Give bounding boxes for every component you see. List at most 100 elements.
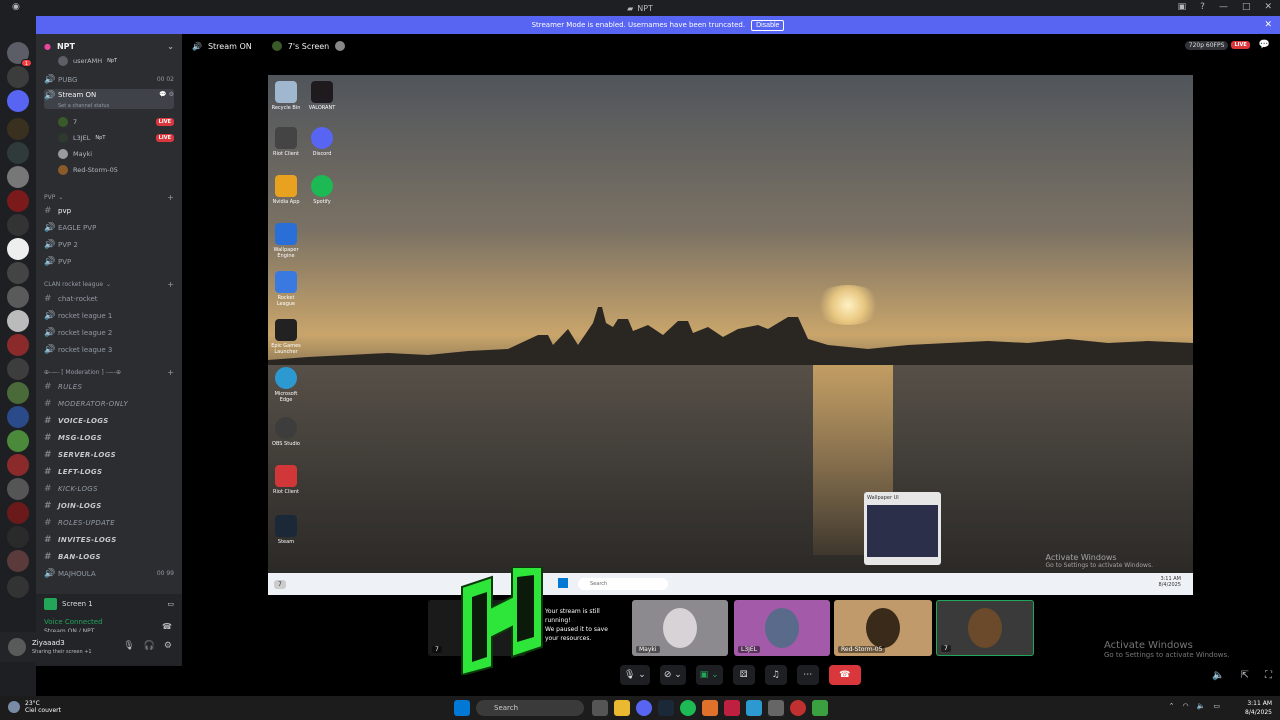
channel-item[interactable]: # VOICE-LOGS: [44, 413, 174, 428]
app-icon[interactable]: [768, 700, 784, 716]
channel-item[interactable]: 🔊 rocket league 2: [44, 325, 174, 340]
taskbar-search[interactable]: Search: [476, 700, 584, 716]
server-icon[interactable]: 1: [7, 42, 32, 67]
channel-item[interactable]: # RULES: [44, 379, 174, 394]
channel-item[interactable]: # BAN-LOGS: [44, 549, 174, 564]
app-icon[interactable]: [812, 700, 828, 716]
server-icon[interactable]: [7, 502, 29, 524]
popout-icon[interactable]: ⇱: [1241, 670, 1249, 681]
server-icon[interactable]: [7, 118, 29, 140]
soundboard-button[interactable]: ♫: [764, 665, 787, 685]
app-icon[interactable]: [724, 700, 740, 716]
activities-button[interactable]: ⚄: [732, 665, 755, 685]
server-icon[interactable]: [7, 550, 29, 572]
server-icon[interactable]: [7, 214, 29, 236]
windows-start-icon[interactable]: [454, 700, 470, 716]
screen-share-bar[interactable]: Screen 1 ▭: [36, 594, 182, 614]
voice-user[interactable]: L3JEL NpT LIVE: [58, 131, 174, 145]
server-icon[interactable]: [7, 166, 29, 188]
desktop-icon[interactable]: Discord: [304, 127, 340, 157]
server-icon[interactable]: [7, 430, 29, 452]
fullscreen-icon[interactable]: ⛶: [1265, 670, 1272, 681]
chat-icon[interactable]: 💬: [1259, 40, 1270, 50]
inbox-icon[interactable]: ▣: [1178, 2, 1187, 12]
desktop-icon[interactable]: Recycle Bin: [268, 81, 304, 111]
taskbar-clock[interactable]: 3:11 AM 8/4/2025: [1245, 699, 1272, 717]
server-icon[interactable]: [7, 310, 29, 332]
server-icon[interactable]: [7, 478, 29, 500]
file-explorer-icon[interactable]: [614, 700, 630, 716]
channel-item[interactable]: # ROLES-UPDATE: [44, 515, 174, 530]
server-icon[interactable]: [7, 358, 29, 380]
channel-actions-icon[interactable]: 💬 ⚙: [159, 91, 174, 98]
app-icon[interactable]: [702, 700, 718, 716]
server-icon[interactable]: [7, 382, 29, 404]
screen-share-button[interactable]: ▣ ⌄: [695, 665, 723, 685]
add-channel-icon[interactable]: +: [167, 280, 174, 289]
avatar[interactable]: [8, 638, 26, 656]
server-icon[interactable]: [7, 142, 29, 164]
quality-badge[interactable]: 720p 60FPS: [1184, 40, 1229, 50]
desktop-icon[interactable]: Microsoft Edge: [268, 367, 304, 403]
headphones-icon[interactable]: 🎧: [144, 641, 155, 651]
help-icon[interactable]: ?: [1200, 2, 1205, 12]
voice-user[interactable]: userAMH NpT: [58, 54, 174, 68]
weather-widget[interactable]: 23°C Ciel couvert: [8, 700, 61, 714]
channel-item[interactable]: 🔊 EAGLE PVP: [44, 220, 174, 235]
category-moderation[interactable]: ⊕-—- [ Moderation ] -—-⊕ +: [44, 366, 174, 378]
disable-streamer-mode-button[interactable]: Disable: [751, 19, 785, 31]
participant-tile[interactable]: Mayki: [632, 600, 728, 656]
server-icon[interactable]: [7, 334, 29, 356]
channel-item[interactable]: # MSG-LOGS: [44, 430, 174, 445]
close-icon[interactable]: ✕: [1264, 2, 1272, 12]
server-icon[interactable]: [7, 66, 29, 88]
windows-start-icon[interactable]: [558, 578, 568, 588]
settings-icon[interactable]: ⚙: [164, 641, 172, 651]
channel-item[interactable]: # pvp: [44, 203, 174, 218]
taskbar-preview-popup[interactable]: Wallpaper UI: [864, 492, 941, 565]
desktop-icon[interactable]: Wallpaper Engine: [268, 223, 304, 259]
voice-user[interactable]: 7 LIVE: [58, 115, 174, 129]
minimize-icon[interactable]: —: [1219, 2, 1228, 12]
close-banner-icon[interactable]: ✕: [1264, 20, 1272, 30]
task-view-icon[interactable]: [592, 700, 608, 716]
volume-icon[interactable]: 🔈: [1212, 670, 1224, 681]
server-icon[interactable]: [7, 526, 29, 548]
server-icon[interactable]: [7, 576, 29, 598]
microphone-button[interactable]: 🎙 ⌄: [620, 665, 650, 685]
desktop-icon[interactable]: Epic Games Launcher: [268, 319, 304, 355]
participant-tile[interactable]: Red-Storm-05: [834, 600, 932, 656]
add-channel-icon[interactable]: +: [167, 368, 174, 377]
maximize-icon[interactable]: □: [1242, 2, 1251, 12]
server-icon[interactable]: [7, 238, 29, 260]
participant-tile[interactable]: L3JEL: [734, 600, 830, 656]
channel-item[interactable]: 🔊 rocket league 3: [44, 342, 174, 357]
server-icon[interactable]: [7, 190, 29, 212]
desktop-icon[interactable]: Spotify: [304, 175, 340, 205]
server-icon[interactable]: [7, 286, 29, 308]
spotify-icon[interactable]: [680, 700, 696, 716]
participant-tile[interactable]: 7: [936, 600, 1034, 656]
channel-item[interactable]: # MODERATOR-ONLY: [44, 396, 174, 411]
channel-pubg[interactable]: 🔊 PUBG 00 02: [44, 72, 174, 87]
volume-icon[interactable]: 🔈: [1197, 702, 1206, 710]
remote-tab[interactable]: 7: [274, 579, 286, 589]
edge-icon[interactable]: [746, 700, 762, 716]
desktop-icon[interactable]: Riot Client: [268, 465, 304, 495]
server-icon[interactable]: [7, 262, 29, 284]
desktop-icon[interactable]: Nvidia App: [268, 175, 304, 205]
category-clan[interactable]: CLAN rocket league ⌄ +: [44, 278, 174, 290]
category-pvp[interactable]: PVP ⌄ +: [44, 191, 174, 203]
disconnect-button[interactable]: ☎: [828, 665, 861, 685]
remote-search[interactable]: Search: [578, 578, 668, 590]
channel-item[interactable]: # INVITES-LOGS: [44, 532, 174, 547]
shared-screen[interactable]: Recycle Bin VALORANT Riot Client Discord…: [268, 75, 1193, 595]
desktop-icon[interactable]: Riot Client: [268, 127, 304, 157]
desktop-icon[interactable]: Rocket League: [268, 271, 304, 307]
channel-status[interactable]: Set a channel status: [58, 103, 109, 109]
app-icon[interactable]: [790, 700, 806, 716]
chevron-up-icon[interactable]: ⌃: [1169, 702, 1175, 710]
steam-icon[interactable]: [658, 700, 674, 716]
channel-item[interactable]: # LEFT-LOGS: [44, 464, 174, 479]
disconnect-icon[interactable]: ☎: [162, 622, 172, 631]
